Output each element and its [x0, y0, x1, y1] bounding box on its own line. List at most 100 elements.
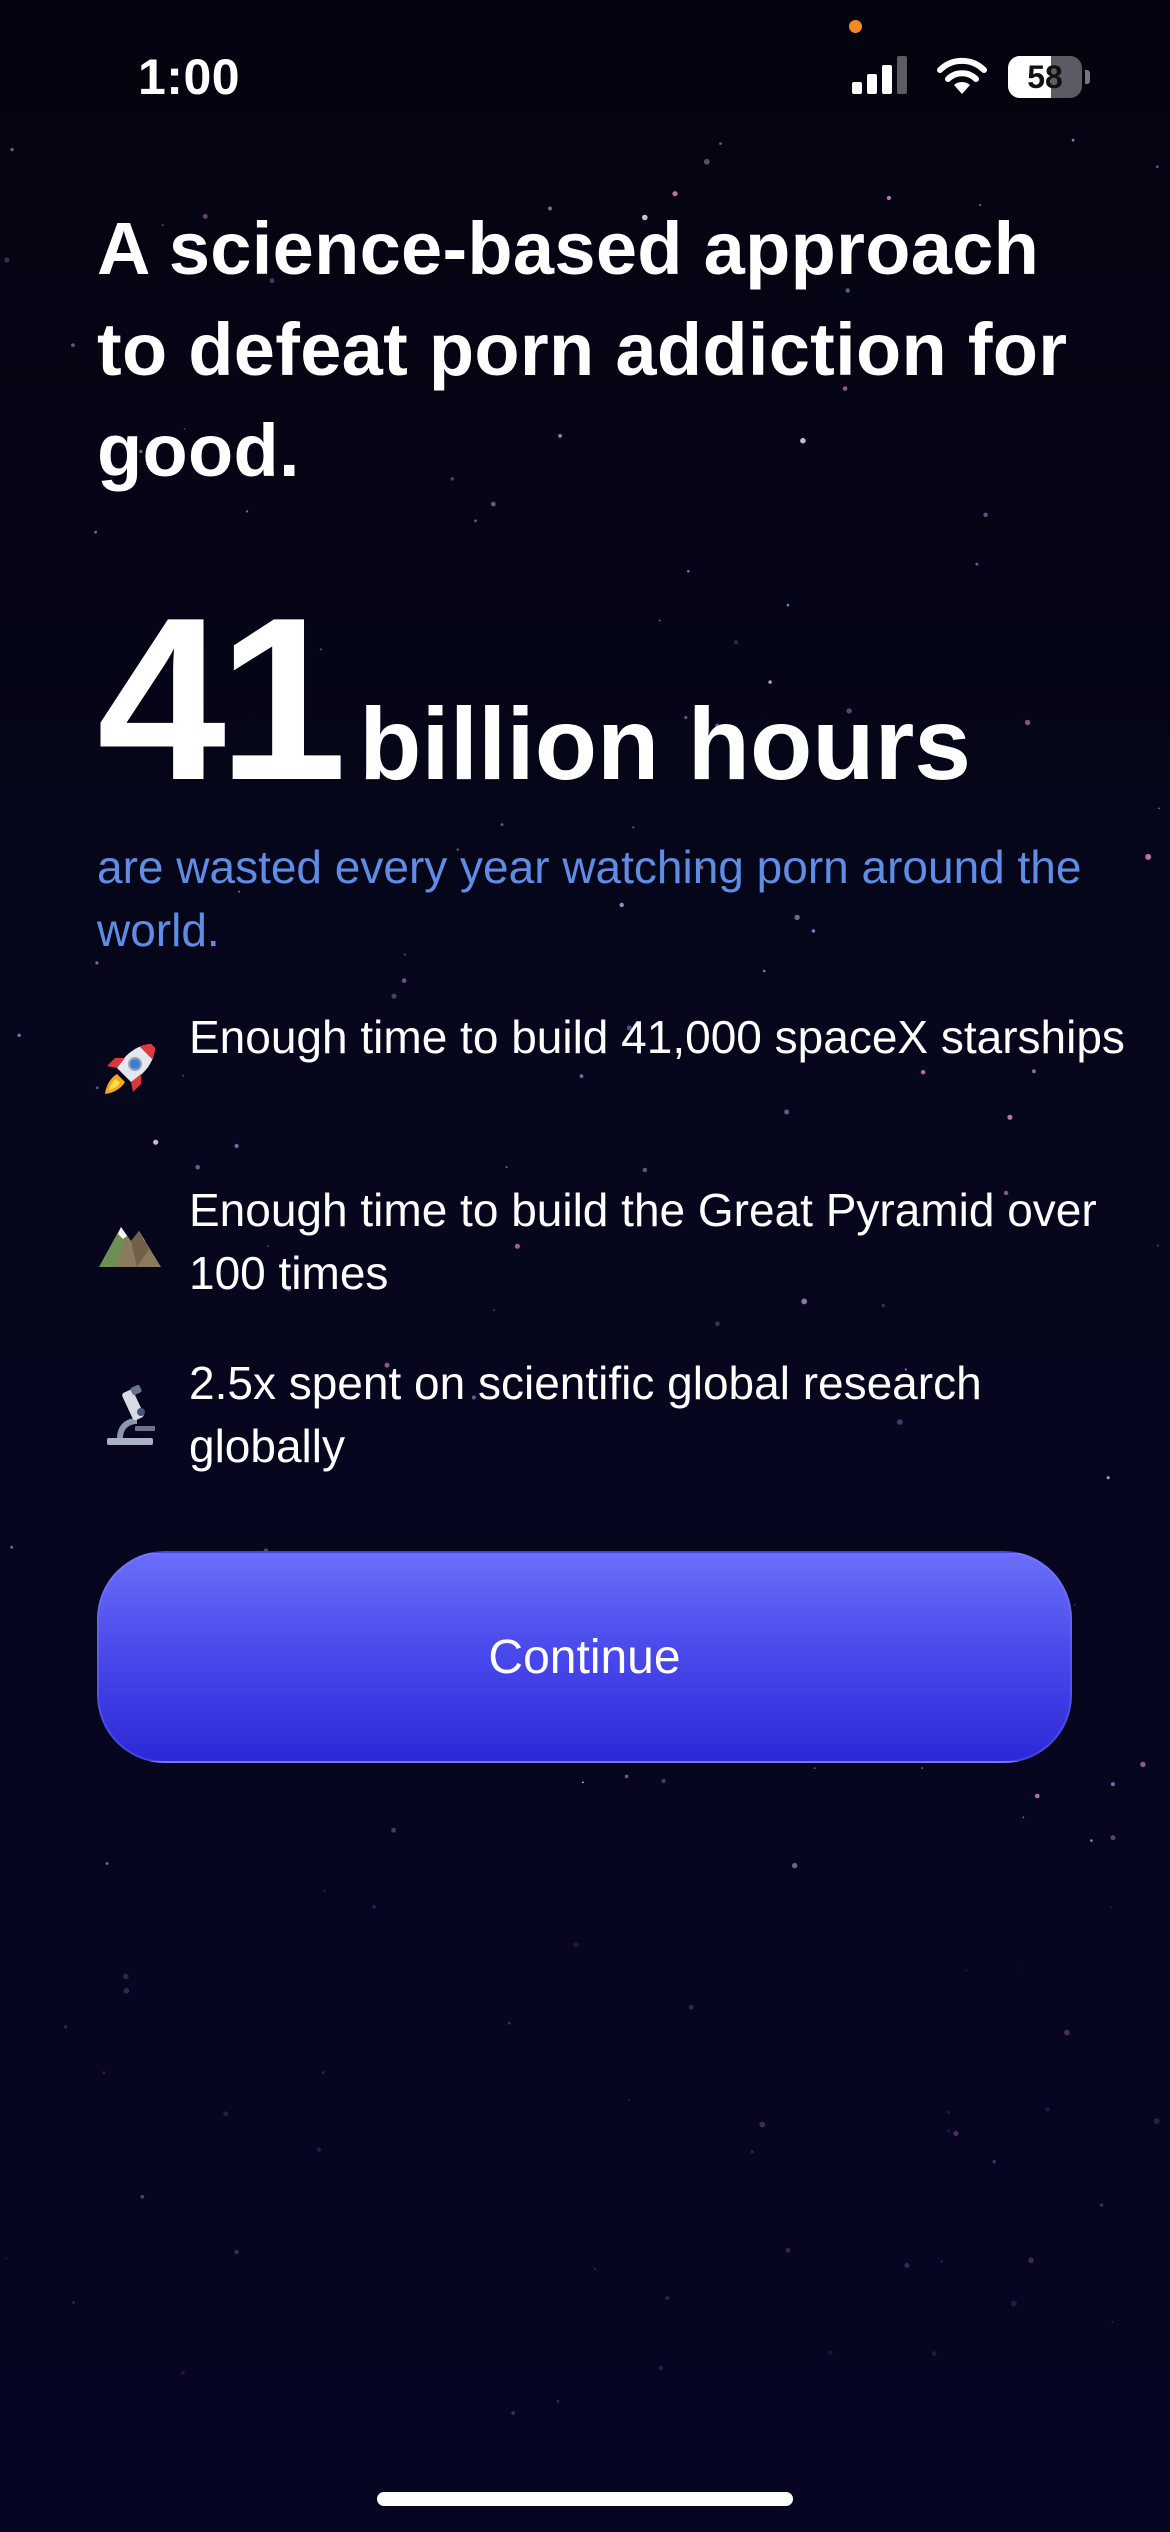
star-dot [491, 501, 496, 507]
star-dot [762, 969, 766, 973]
star-dot [665, 2295, 670, 2301]
continue-button[interactable]: Continue [97, 1551, 1072, 1763]
battery-level: 58 [1027, 59, 1063, 95]
star-dot [661, 1778, 666, 1784]
star-dot [828, 2350, 833, 2355]
stat-row: 41 billion hours [97, 570, 972, 829]
headline: A science-based approach to defeat porn … [97, 207, 1068, 492]
star-dot [140, 2194, 145, 2199]
stat-caption: are wasted every year watching porn arou… [97, 841, 1082, 956]
star-dot [688, 2004, 694, 2010]
star-dot [1011, 2300, 1017, 2307]
star-dot [500, 823, 504, 826]
star-dot [391, 1827, 396, 1833]
star-dot [573, 1942, 579, 1948]
star-dot [556, 2399, 560, 2403]
star-dot [316, 2147, 322, 2152]
star-dot [71, 343, 75, 347]
stat-number: 41 [97, 570, 347, 829]
star-dot [1158, 807, 1160, 810]
star-dot [947, 2110, 951, 2114]
star-dot [582, 1781, 584, 1784]
star-dot [1022, 1816, 1025, 1819]
star-dot [1073, 1604, 1076, 1606]
star-dot [904, 2262, 910, 2268]
fact-text: Enough time to build 41,000 spaceX stars… [189, 1011, 1125, 1063]
star-dot [123, 1987, 130, 1994]
fact-item: Enough time to build 41,000 spaceX stars… [97, 1006, 1125, 1179]
star-dot [1024, 719, 1031, 726]
battery-body: 58 [1008, 56, 1082, 98]
star-dot [759, 2121, 766, 2128]
star-dot [321, 2071, 325, 2075]
star-dot [102, 2071, 106, 2075]
star-dot [1035, 1793, 1040, 1799]
fact-item: Enough time to build the Great Pyramid o… [97, 1179, 1097, 1352]
star-dot [17, 1033, 21, 1038]
star-dot [391, 993, 397, 999]
star-dot [181, 2370, 185, 2375]
star-dot [594, 2267, 597, 2270]
star-dot [1110, 1906, 1113, 1909]
star-dot [401, 978, 407, 983]
star-dot [4, 257, 10, 263]
star-dot [63, 2025, 68, 2029]
fact-text: 2.5x spent on scientific global research… [189, 1357, 982, 1472]
star-dot [703, 158, 710, 165]
star-dot [792, 1862, 798, 1869]
screen: 1:00 58 A science-based approach to defe… [0, 0, 1170, 2532]
rocket-icon [105, 1044, 155, 1094]
star-dot [813, 1767, 816, 1770]
star-dot [628, 2099, 630, 2101]
star-dot [1099, 2203, 1104, 2207]
battery-icon: 58 [1008, 56, 1090, 98]
stat-unit: billion hours [359, 687, 972, 801]
star-dot [947, 2129, 950, 2132]
star-dot [965, 1969, 968, 1972]
star-dot [658, 2365, 663, 2371]
star-dot [246, 510, 249, 513]
home-indicator[interactable] [377, 2492, 793, 2506]
status-time: 1:00 [138, 49, 241, 105]
star-dot [1140, 1761, 1146, 1768]
status-bar: 1:00 58 [0, 0, 1170, 150]
star-dot [323, 1889, 326, 1892]
star-dot [1090, 1839, 1093, 1842]
star-dot [1156, 165, 1159, 168]
star-dot [632, 826, 635, 829]
star-dot [1111, 2321, 1114, 2323]
star-dot [953, 2130, 959, 2136]
star-dot [1064, 2029, 1070, 2036]
mountain-icon [99, 1227, 161, 1267]
star-dot [72, 2301, 75, 2304]
star-dot [687, 570, 690, 573]
star-dot [1110, 1835, 1116, 1841]
star-dot [992, 2159, 996, 2164]
star-dot [511, 2411, 516, 2415]
microscope-icon [107, 1384, 155, 1445]
star-dot [10, 1545, 14, 1549]
facts-list: Enough time to build 41,000 spaceX stars… [97, 1006, 1125, 1525]
star-dot [1022, 1966, 1024, 1969]
cellular-signal-icon [852, 56, 907, 94]
star-dot [5, 2257, 8, 2260]
star-dot [474, 519, 477, 523]
star-dot [1145, 853, 1152, 860]
recording-indicator-dot [849, 20, 862, 33]
star-dot [785, 2248, 791, 2253]
star-dot [1110, 1782, 1115, 1787]
star-dot [223, 2111, 229, 2117]
star-dot [624, 1774, 629, 1779]
star-dot [975, 562, 979, 566]
star-dot [234, 2249, 239, 2255]
star-dot [1153, 2118, 1160, 2125]
star-dot [1156, 1244, 1159, 1247]
wifi-icon [937, 57, 987, 94]
fact-item: 2.5x spent on scientific global research… [97, 1352, 1097, 1525]
battery-cap [1085, 70, 1090, 84]
star-dot [750, 2149, 754, 2154]
star-dot [123, 1973, 129, 1980]
star-dot [507, 2021, 511, 2025]
star-dot [1044, 2106, 1050, 2112]
star-dot [1028, 2257, 1034, 2264]
